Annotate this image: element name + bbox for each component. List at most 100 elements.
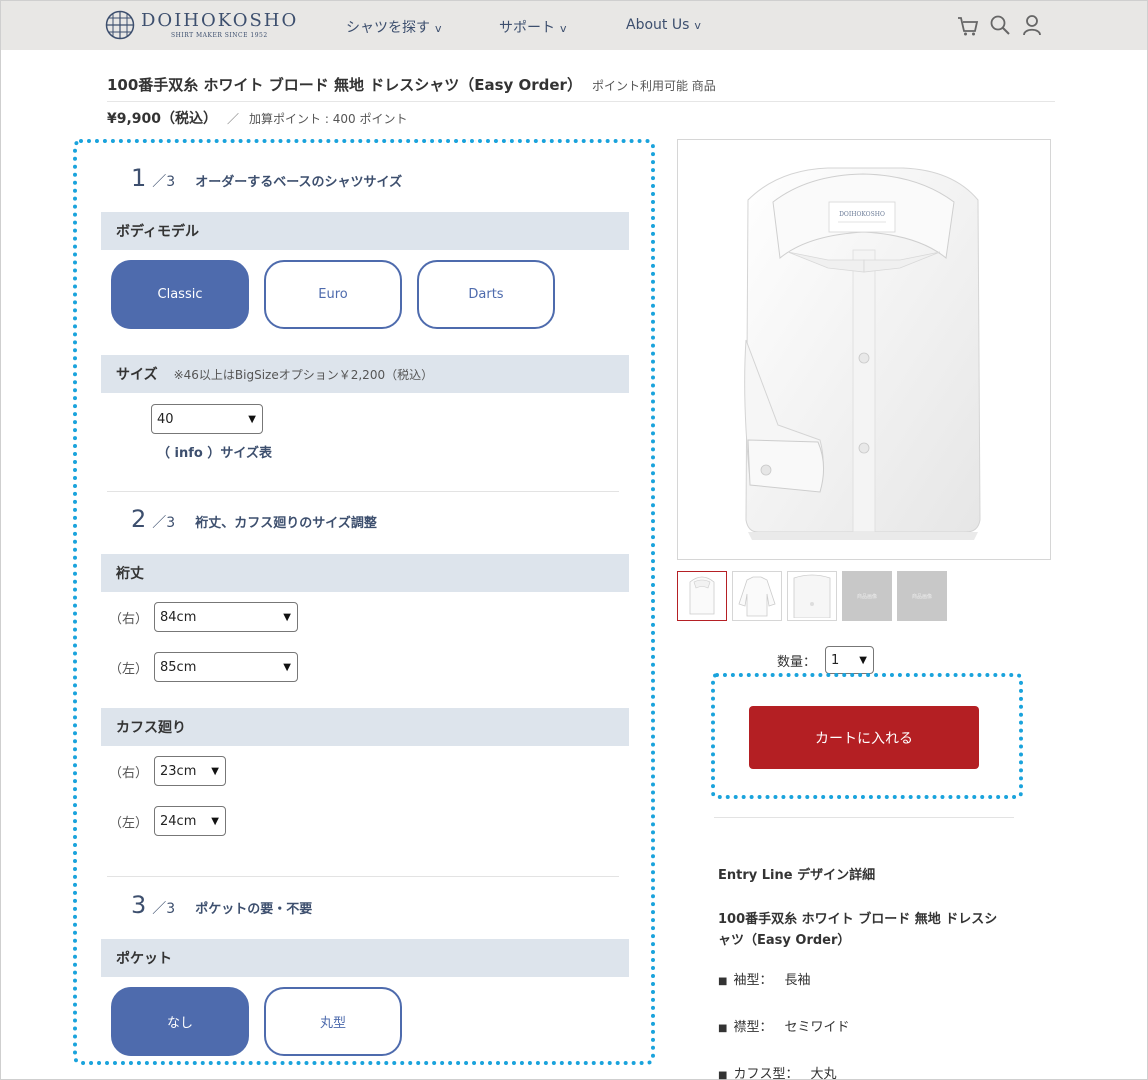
step-title: ポケットの要・不要 [195, 902, 313, 917]
design-details-product-name: 100番手双糸 ホワイト ブロード 無地 ドレスシャツ（Easy Order） [718, 912, 998, 948]
step-3-header: 3 ／3 ポケットの要・不要 [131, 891, 312, 919]
quantity-label: 数量： [777, 655, 817, 670]
shirt-thumb-icon [689, 576, 715, 615]
search-icon[interactable] [989, 13, 1011, 37]
thumbnail-1[interactable] [677, 571, 727, 621]
select-value: 1 [831, 652, 840, 668]
pocket-section: ポケット [101, 939, 629, 977]
logo-globe-icon [105, 10, 135, 40]
svg-text:DOIHOKOSHO: DOIHOKOSHO [839, 211, 885, 218]
shirt-thumb-icon [738, 576, 776, 617]
product-main-image[interactable]: DOIHOKOSHO [677, 139, 1051, 560]
spec-sleeve-type: ■ 袖型： 長袖 [718, 969, 810, 988]
bullet-square-icon: ■ [718, 1070, 728, 1080]
thumbnail-5[interactable]: 商品画像 [897, 571, 947, 621]
pocket-round-button[interactable]: 丸型 [264, 987, 402, 1056]
divider [714, 817, 1014, 818]
section-title: サイズ [116, 367, 158, 383]
chevron-down-icon: v [560, 22, 567, 35]
spec-collar-type: ■ 襟型： セミワイド [718, 1016, 849, 1035]
select-value: 84cm [160, 609, 197, 625]
thumbnail-strip: 商品画像 商品画像 [677, 571, 947, 621]
add-to-cart-button[interactable]: カートに入れる [749, 706, 979, 769]
price-row: ¥9,900（税込） ／ 加算ポイント : 400 ポイント [107, 108, 407, 128]
spec-value: セミワイド [784, 1020, 850, 1035]
step-number: 1 [131, 164, 147, 192]
product-title-row: 100番手双糸 ホワイト ブロード 無地 ドレスシャツ（Easy Order） … [107, 74, 1055, 102]
chevron-down-icon: v [694, 19, 701, 32]
step-total: ／3 [152, 901, 176, 917]
chevron-down-icon: v [435, 22, 442, 35]
left-label: （左） [109, 662, 149, 677]
quantity-select[interactable]: 1 ▼ [825, 646, 874, 674]
chevron-down-icon: ▼ [211, 815, 219, 827]
size-section: サイズ ※46以上はBigSizeオプション￥2,200（税込） [101, 355, 629, 393]
section-title: カフス廻り [116, 720, 186, 736]
left-label: （左） [109, 816, 149, 831]
thumbnail-2[interactable] [732, 571, 782, 621]
nav-label: サポート [499, 20, 555, 36]
size-chart-link[interactable]: （ info ）サイズ表 [157, 442, 272, 461]
sleeve-left-select[interactable]: 85cm ▼ [154, 652, 298, 682]
thumbnail-placeholder-text: 商品画像 [856, 593, 877, 600]
step-number: 2 [131, 505, 147, 533]
thumbnail-placeholder-text: 商品画像 [911, 593, 932, 600]
chevron-down-icon: ▼ [248, 413, 256, 425]
body-model-darts-button[interactable]: Darts [417, 260, 555, 329]
cart-icon[interactable] [957, 13, 979, 37]
body-model-euro-button[interactable]: Euro [264, 260, 402, 329]
spec-label: カフス型： [733, 1067, 799, 1080]
section-title: ポケット [116, 951, 172, 967]
nav-find-shirts[interactable]: シャツを探す v [346, 17, 442, 37]
thumbnail-4[interactable]: 商品画像 [842, 571, 892, 621]
right-label: （右） [109, 766, 149, 781]
nav-about-us[interactable]: About Us v [626, 17, 701, 33]
step-number: 3 [131, 891, 147, 919]
shirt-image: DOIHOKOSHO [744, 167, 981, 540]
select-value: 24cm [160, 813, 197, 829]
design-details-heading: Entry Line デザイン詳細 [718, 868, 876, 883]
brand-name: DOIHOKOSHO [141, 9, 299, 31]
body-model-classic-button[interactable]: Classic [111, 260, 249, 329]
sleeve-right-select[interactable]: 84cm ▼ [154, 602, 298, 632]
chevron-down-icon: ▼ [283, 611, 291, 623]
step-1-header: 1 ／3 オーダーするベースのシャツサイズ [131, 164, 402, 192]
reward-points: 加算ポイント : 400 ポイント [249, 112, 408, 126]
chevron-down-icon: ▼ [859, 654, 867, 666]
nav-label: About Us [626, 17, 690, 33]
nav-support[interactable]: サポート v [499, 17, 567, 37]
right-label: （右） [109, 612, 149, 627]
product-price: ¥9,900（税込） [107, 111, 218, 127]
product-title: 100番手双糸 ホワイト ブロード 無地 ドレスシャツ（Easy Order） [107, 76, 582, 94]
section-title: ボディモデル [116, 224, 200, 240]
size-select[interactable]: 40 ▼ [151, 404, 263, 434]
section-title: 裄丈 [116, 566, 144, 582]
user-icon[interactable] [1021, 13, 1043, 37]
sleeve-length-section: 裄丈 [101, 554, 629, 592]
select-value: 23cm [160, 763, 197, 779]
thumbnail-3[interactable] [787, 571, 837, 621]
shirt-thumb-icon [793, 574, 831, 618]
step-title: 裄丈、カフス廻りのサイズ調整 [195, 516, 377, 531]
select-value: 40 [157, 411, 174, 427]
cuff-right-select[interactable]: 23cm ▼ [154, 756, 226, 786]
step-total: ／3 [152, 174, 176, 190]
step-total: ／3 [152, 515, 176, 531]
divider [107, 491, 619, 492]
spec-value: 長袖 [784, 973, 811, 988]
spec-cuff-type: ■ カフス型： 大丸 [718, 1063, 836, 1080]
brand-tagline: SHIRT MAKER SINCE 1952 [171, 31, 268, 39]
step-title: オーダーするベースのシャツサイズ [195, 175, 403, 190]
spec-value: 大丸 [810, 1067, 837, 1080]
brand-logo[interactable]: DOIHOKOSHO SHIRT MAKER SINCE 1952 [105, 10, 298, 40]
nav-label: シャツを探す [346, 20, 430, 36]
divider [107, 876, 619, 877]
product-tags: ポイント利用可能 商品 [591, 79, 716, 93]
select-value: 85cm [160, 659, 197, 675]
cuff-section: カフス廻り [101, 708, 629, 746]
spec-label: 袖型： [733, 973, 773, 988]
cuff-left-select[interactable]: 24cm ▼ [154, 806, 226, 836]
chevron-down-icon: ▼ [283, 661, 291, 673]
step-2-header: 2 ／3 裄丈、カフス廻りのサイズ調整 [131, 505, 377, 533]
pocket-none-button[interactable]: なし [111, 987, 249, 1056]
